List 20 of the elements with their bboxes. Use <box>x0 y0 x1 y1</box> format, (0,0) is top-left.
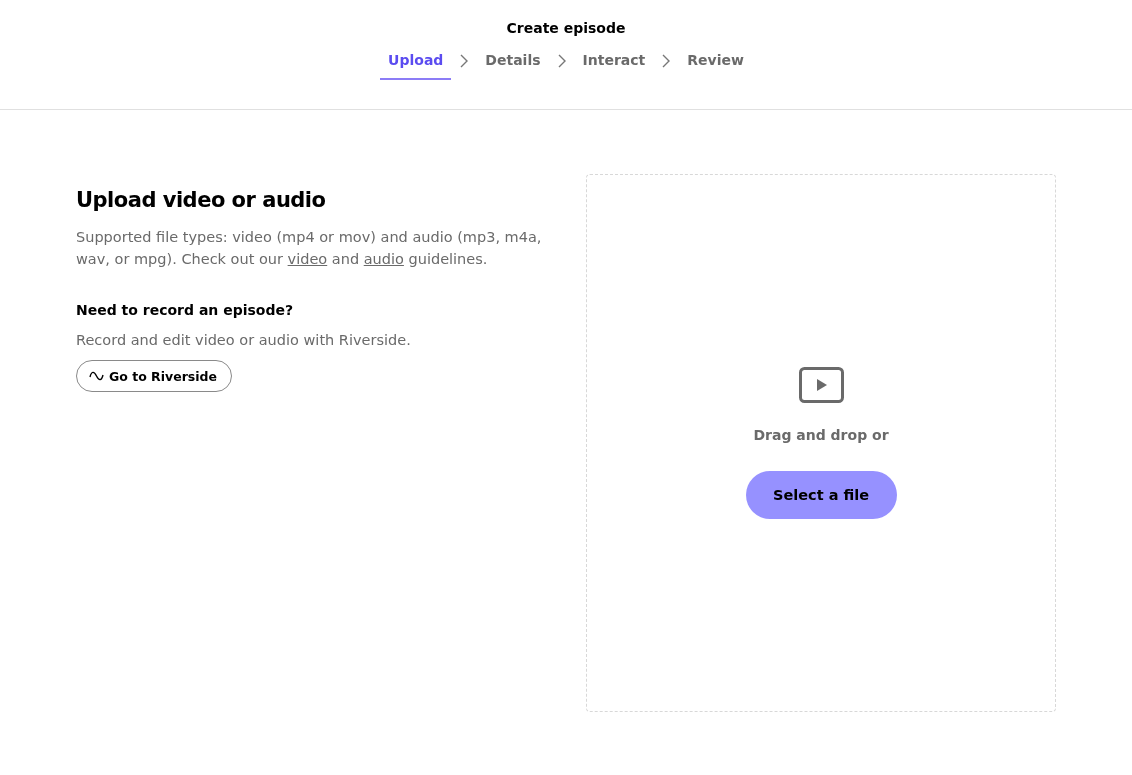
record-heading: Need to record an episode? <box>76 302 295 318</box>
chevron-icon <box>459 53 470 69</box>
guidelines-link[interactable]: audio <box>363 251 404 267</box>
chevron-icon <box>556 53 567 69</box>
page-title: Create episode <box>506 20 626 36</box>
section-heading: Upload video or audio <box>76 188 327 212</box>
dropzone[interactable]: Drag and drop or Select a file <box>586 174 1056 712</box>
step-tab[interactable]: Upload <box>380 52 452 80</box>
record-text: Record and edit video or audio with Riverside. <box>76 332 412 348</box>
select-file-button[interactable]: Select a file <box>745 471 897 519</box>
supported-types-text: Supported file types: video (mp4 or mov) and audio (mp3, m4a, wav, or mpg). Check out our video and audio guidelines. <box>76 228 543 269</box>
guidelines-link[interactable]: video <box>287 251 328 267</box>
step-tab[interactable]: Interact <box>574 52 654 80</box>
video-play-icon <box>798 367 844 403</box>
drag-drop-text: Drag and drop or <box>753 427 889 443</box>
wave-icon <box>89 371 104 381</box>
chevron-icon <box>661 53 672 69</box>
step-tab[interactable]: Details <box>477 52 549 80</box>
step-tab[interactable]: Review <box>679 52 752 80</box>
riverside-button[interactable]: Go to Riverside <box>76 360 232 392</box>
